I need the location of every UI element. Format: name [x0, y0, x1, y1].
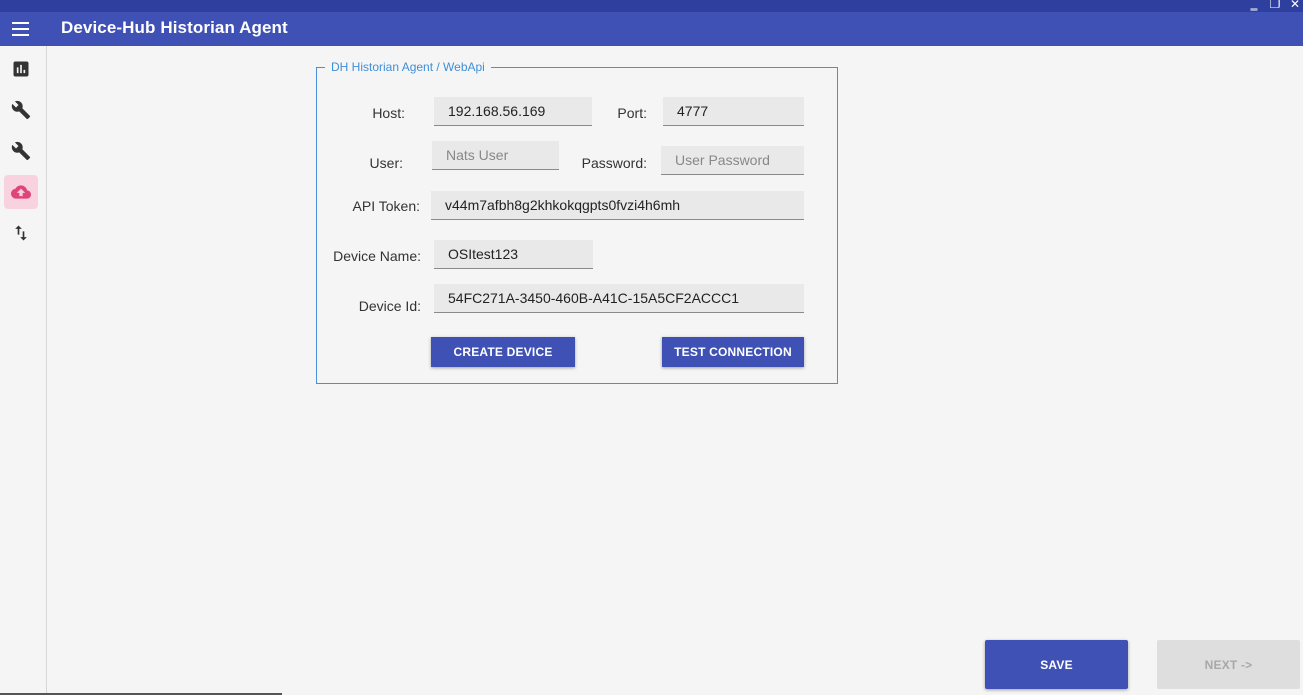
create-device-button[interactable]: CREATE DEVICE: [431, 337, 575, 367]
port-field[interactable]: [663, 97, 804, 126]
api-token-label: API Token:: [352, 198, 420, 214]
user-label: User:: [369, 155, 403, 171]
sidebar: [0, 46, 47, 695]
cloud-upload-icon: [11, 185, 31, 199]
port-label: Port:: [617, 105, 647, 121]
save-button[interactable]: SAVE: [985, 640, 1128, 689]
hamburger-menu-icon[interactable]: [12, 22, 29, 36]
host-label: Host:: [372, 105, 405, 121]
sidebar-item-cloud[interactable]: [4, 175, 38, 209]
swap-vertical-icon: [15, 225, 27, 241]
host-field[interactable]: [434, 97, 592, 126]
sidebar-item-dashboard[interactable]: [4, 52, 38, 86]
test-connection-button[interactable]: TEST CONNECTION: [662, 337, 804, 367]
sidebar-item-settings[interactable]: [4, 93, 38, 127]
close-icon[interactable]: ✕: [1288, 0, 1302, 10]
app-title: Device-Hub Historian Agent: [61, 18, 288, 37]
user-field[interactable]: [432, 141, 559, 170]
sidebar-item-tools[interactable]: [4, 134, 38, 168]
minimize-icon[interactable]: ‗: [1247, 0, 1261, 10]
device-name-label: Device Name:: [333, 248, 421, 264]
groupbox-title: DH Historian Agent / WebApi: [325, 60, 491, 75]
wrench-icon: [11, 141, 31, 161]
wrench-icon: [11, 100, 31, 120]
password-field[interactable]: [661, 146, 804, 175]
api-token-field[interactable]: [431, 191, 804, 220]
restore-icon[interactable]: ❐: [1268, 0, 1282, 10]
device-id-field[interactable]: [434, 284, 804, 313]
password-label: Password:: [581, 155, 647, 171]
window-title-strip: ‗ ❐ ✕: [0, 0, 1303, 12]
app-bar: Device-Hub Historian Agent: [0, 12, 1303, 46]
bar-chart-icon: [13, 61, 29, 77]
next-button[interactable]: NEXT ->: [1157, 640, 1300, 689]
device-name-field[interactable]: [434, 240, 593, 269]
device-id-label: Device Id:: [358, 298, 421, 314]
sidebar-item-transfer[interactable]: [4, 216, 38, 250]
